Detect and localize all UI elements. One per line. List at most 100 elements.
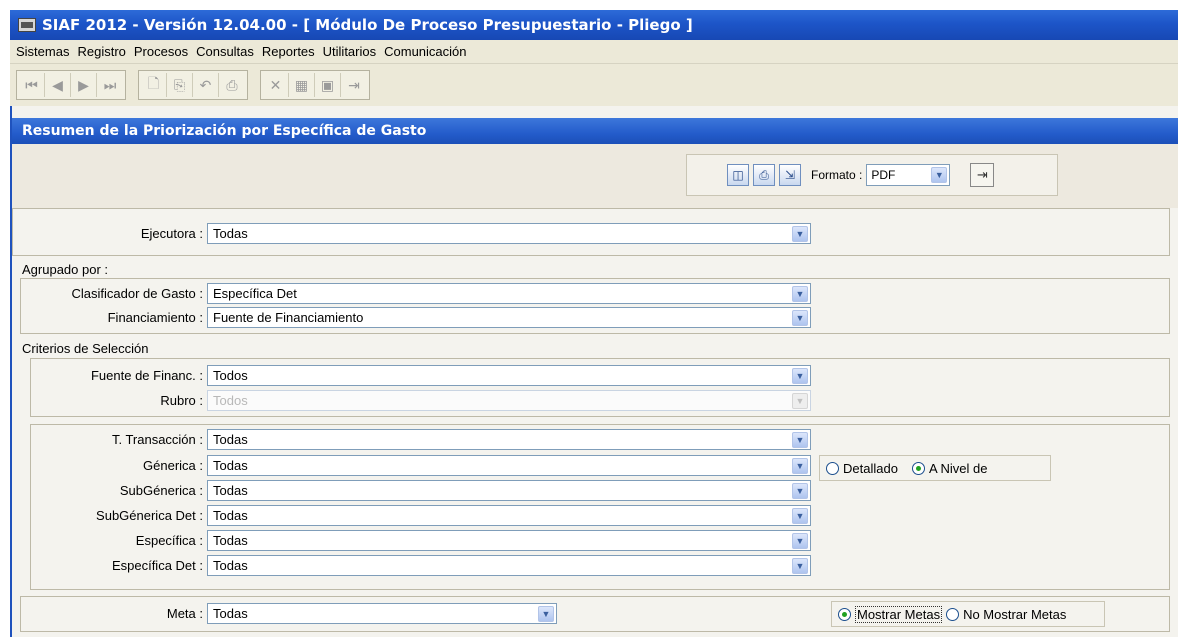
especifica-det-select[interactable]: Todas ▼ <box>207 555 811 576</box>
print-report-icon[interactable]: ⎙ <box>753 164 775 186</box>
delete-icon[interactable]: ✕ <box>263 73 289 97</box>
chevron-down-icon[interactable]: ▼ <box>792 483 808 499</box>
clasificador-label: Clasificador de Gasto : <box>71 286 203 301</box>
chevron-down-icon[interactable]: ▼ <box>792 558 808 574</box>
menu-consultas[interactable]: Consultas <box>192 44 258 59</box>
transaccion-select[interactable]: Todas ▼ <box>207 429 811 450</box>
undo-icon[interactable]: ↶ <box>193 73 219 97</box>
chevron-down-icon[interactable]: ▼ <box>792 226 808 242</box>
menu-utilitarios[interactable]: Utilitarios <box>319 44 380 59</box>
especifica-value: Todas <box>213 533 248 548</box>
copy-icon[interactable]: ⎘ <box>167 73 193 97</box>
chevron-down-icon[interactable]: ▼ <box>538 606 554 622</box>
menu-bar: Sistemas Registro Procesos Consultas Rep… <box>10 40 1178 64</box>
especifica-det-label: Específica Det : <box>111 558 203 573</box>
exit-icon[interactable]: ⇥ <box>341 73 367 97</box>
agrupado-section: Clasificador de Gasto : Específica Det ▼… <box>20 278 1170 334</box>
subgenerica-det-select[interactable]: Todas ▼ <box>207 505 811 526</box>
ejecutora-section: Ejecutora : Todas ▼ <box>12 208 1170 256</box>
print-icon[interactable]: ⎙ <box>219 73 245 97</box>
meta-section: Meta : Todas ▼ Mostrar Metas No Mostrar … <box>20 596 1170 632</box>
a-nivel-label[interactable]: A Nivel de <box>929 461 988 476</box>
save-icon[interactable]: ▣ <box>315 73 341 97</box>
meta-display-options: Mostrar Metas No Mostrar Metas <box>831 601 1105 627</box>
criterios-title: Criterios de Selección <box>22 341 149 356</box>
exit-report-icon[interactable]: ⇥ <box>970 163 995 187</box>
mostrar-metas-label[interactable]: Mostrar Metas <box>855 605 943 623</box>
chevron-down-icon[interactable]: ▼ <box>792 432 808 448</box>
transaccion-label: T. Transacción : <box>111 432 203 447</box>
app-icon <box>18 18 36 32</box>
clasificacion-section: T. Transacción : Todas ▼ Génerica : Toda… <box>30 424 1170 590</box>
format-band: ◫ ⎙ ⇲ Formato : PDF ▼ ⇥ <box>12 144 1178 208</box>
transaccion-value: Todas <box>213 432 248 447</box>
fuente-section: Fuente de Financ. : Todos ▼ Rubro : Todo… <box>30 358 1170 417</box>
menu-registro[interactable]: Registro <box>73 44 129 59</box>
clasificador-select[interactable]: Específica Det ▼ <box>207 283 811 304</box>
agrupado-title: Agrupado por : <box>22 262 109 277</box>
new-icon[interactable]: 🗋 <box>141 73 167 97</box>
report-panel: Resumen de la Priorización por Específic… <box>10 106 1178 637</box>
financiamiento-select[interactable]: Fuente de Financiamiento ▼ <box>207 307 811 328</box>
action-group: ✕ ▦ ▣ ⇥ <box>260 70 370 100</box>
ejecutora-value: Todas <box>213 226 248 241</box>
generica-select[interactable]: Todas ▼ <box>207 455 811 476</box>
chevron-down-icon[interactable]: ▼ <box>792 286 808 302</box>
chevron-down-icon[interactable]: ▼ <box>931 167 948 183</box>
format-label: Formato : <box>811 168 863 182</box>
subgenerica-det-value: Todas <box>213 508 248 523</box>
meta-label: Meta : <box>166 606 203 621</box>
export-icon[interactable]: ⇲ <box>779 164 801 186</box>
detail-level-options: Detallado A Nivel de <box>819 455 1051 481</box>
record-navigation-group: ⏮ ◀ ▶ ⏭ <box>16 70 126 100</box>
menu-sistemas[interactable]: Sistemas <box>12 44 73 59</box>
first-record-icon[interactable]: ⏮ <box>19 73 45 97</box>
detallado-label[interactable]: Detallado <box>843 461 898 476</box>
clasificador-value: Específica Det <box>213 286 297 301</box>
form-title: Resumen de la Priorización por Específic… <box>12 118 1178 144</box>
chevron-down-icon[interactable]: ▼ <box>792 310 808 326</box>
subgenerica-value: Todas <box>213 483 248 498</box>
format-value: PDF <box>871 168 896 182</box>
last-record-icon[interactable]: ⏭ <box>97 73 123 97</box>
detallado-radio[interactable] <box>826 461 839 475</box>
fuente-label: Fuente de Financ. : <box>90 368 203 383</box>
especifica-label: Específica : <box>135 533 203 548</box>
rubro-value: Todos <box>213 393 248 408</box>
ejecutora-label: Ejecutora : <box>140 226 203 241</box>
financiamiento-label: Financiamiento : <box>107 310 203 325</box>
meta-select[interactable]: Todas ▼ <box>207 603 557 624</box>
generica-value: Todas <box>213 458 248 473</box>
format-toolbar: ◫ ⎙ ⇲ Formato : PDF ▼ ⇥ <box>686 154 1058 196</box>
grid-icon[interactable]: ▦ <box>289 73 315 97</box>
menu-procesos[interactable]: Procesos <box>130 44 192 59</box>
financiamiento-value: Fuente de Financiamiento <box>213 310 364 325</box>
window-title: SIAF 2012 - Versión 12.04.00 - [ Módulo … <box>42 16 693 34</box>
a-nivel-radio[interactable] <box>911 461 925 475</box>
fuente-select[interactable]: Todos ▼ <box>207 365 811 386</box>
ejecutora-select[interactable]: Todas ▼ <box>207 223 811 244</box>
menu-reportes[interactable]: Reportes <box>258 44 319 59</box>
fuente-value: Todos <box>213 368 248 383</box>
window-titlebar: SIAF 2012 - Versión 12.04.00 - [ Módulo … <box>10 10 1178 40</box>
next-record-icon[interactable]: ▶ <box>71 73 97 97</box>
subgenerica-det-label: SubGénerica Det : <box>96 508 203 523</box>
no-mostrar-metas-label[interactable]: No Mostrar Metas <box>963 607 1066 622</box>
mostrar-metas-radio[interactable] <box>838 607 851 621</box>
chevron-down-icon[interactable]: ▼ <box>792 368 808 384</box>
chevron-down-icon[interactable]: ▼ <box>792 508 808 524</box>
chevron-down-icon[interactable]: ▼ <box>792 458 808 474</box>
subgenerica-label: SubGénerica : <box>119 483 203 498</box>
main-toolbar: ⏮ ◀ ▶ ⏭ 🗋 ⎘ ↶ ⎙ ✕ ▦ ▣ ⇥ <box>10 64 1178 106</box>
rubro-select: Todos ▼ <box>207 390 811 411</box>
menu-comunicacion[interactable]: Comunicación <box>380 44 470 59</box>
chevron-down-icon: ▼ <box>792 393 808 409</box>
previous-record-icon[interactable]: ◀ <box>45 73 71 97</box>
preview-icon[interactable]: ◫ <box>727 164 749 186</box>
especifica-select[interactable]: Todas ▼ <box>207 530 811 551</box>
no-mostrar-metas-radio[interactable] <box>946 607 960 621</box>
format-select[interactable]: PDF ▼ <box>866 164 951 186</box>
subgenerica-select[interactable]: Todas ▼ <box>207 480 811 501</box>
generica-label: Génerica : <box>143 458 203 473</box>
chevron-down-icon[interactable]: ▼ <box>792 533 808 549</box>
